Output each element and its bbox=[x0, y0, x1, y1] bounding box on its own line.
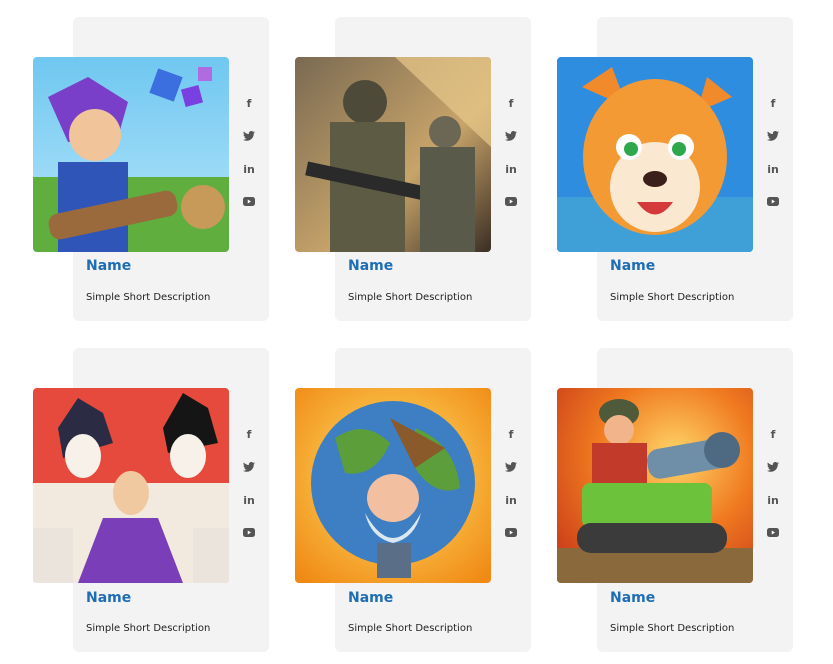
youtube-icon[interactable] bbox=[503, 526, 519, 542]
game-thumbnail-4[interactable] bbox=[33, 388, 229, 583]
twitter-icon[interactable] bbox=[765, 460, 781, 476]
youtube-icon[interactable] bbox=[765, 526, 781, 542]
game-thumbnail-6[interactable] bbox=[557, 388, 753, 583]
facebook-icon[interactable]: f bbox=[241, 427, 257, 443]
youtube-icon[interactable] bbox=[241, 526, 257, 542]
cartoon-tiger-image bbox=[557, 57, 753, 252]
card-name-link[interactable]: Name bbox=[86, 590, 131, 606]
facebook-icon[interactable]: f bbox=[241, 96, 257, 112]
twitter-icon[interactable] bbox=[241, 129, 257, 145]
card-description: Simple Short Description bbox=[610, 292, 735, 303]
youtube-icon[interactable] bbox=[503, 195, 519, 211]
game-thumbnail-2[interactable] bbox=[295, 57, 491, 252]
game-thumbnail-5[interactable] bbox=[295, 388, 491, 583]
soldiers-with-rifles-image bbox=[295, 57, 491, 252]
twitter-icon[interactable] bbox=[503, 460, 519, 476]
card-name-link[interactable]: Name bbox=[86, 258, 131, 274]
card-name-link[interactable]: Name bbox=[610, 590, 655, 606]
game-thumbnail-3[interactable] bbox=[557, 57, 753, 252]
twitter-icon[interactable] bbox=[765, 129, 781, 145]
linkedin-icon[interactable]: in bbox=[241, 493, 257, 509]
linkedin-icon[interactable]: in bbox=[503, 162, 519, 178]
facebook-icon[interactable]: f bbox=[503, 427, 519, 443]
anime-characters-image bbox=[33, 388, 229, 583]
card-description: Simple Short Description bbox=[86, 623, 211, 634]
facebook-icon[interactable]: f bbox=[765, 427, 781, 443]
linkedin-icon[interactable]: in bbox=[765, 493, 781, 509]
twitter-icon[interactable] bbox=[241, 460, 257, 476]
game-thumbnail-1[interactable] bbox=[33, 57, 229, 252]
card-description: Simple Short Description bbox=[610, 623, 735, 634]
youtube-icon[interactable] bbox=[765, 195, 781, 211]
facebook-icon[interactable]: f bbox=[765, 96, 781, 112]
dwarf-miner-globe-image bbox=[295, 388, 491, 583]
card-description: Simple Short Description bbox=[86, 292, 211, 303]
card-description: Simple Short Description bbox=[348, 292, 473, 303]
facebook-icon[interactable]: f bbox=[503, 96, 519, 112]
card-description: Simple Short Description bbox=[348, 623, 473, 634]
linkedin-icon[interactable]: in bbox=[503, 493, 519, 509]
twitter-icon[interactable] bbox=[503, 129, 519, 145]
linkedin-icon[interactable]: in bbox=[765, 162, 781, 178]
card-name-link[interactable]: Name bbox=[348, 590, 393, 606]
youtube-icon[interactable] bbox=[241, 195, 257, 211]
cartoon-tank-soldier-image bbox=[557, 388, 753, 583]
linkedin-icon[interactable]: in bbox=[241, 162, 257, 178]
cartoon-hero-with-bazooka-image bbox=[33, 57, 229, 252]
card-name-link[interactable]: Name bbox=[610, 258, 655, 274]
card-name-link[interactable]: Name bbox=[348, 258, 393, 274]
